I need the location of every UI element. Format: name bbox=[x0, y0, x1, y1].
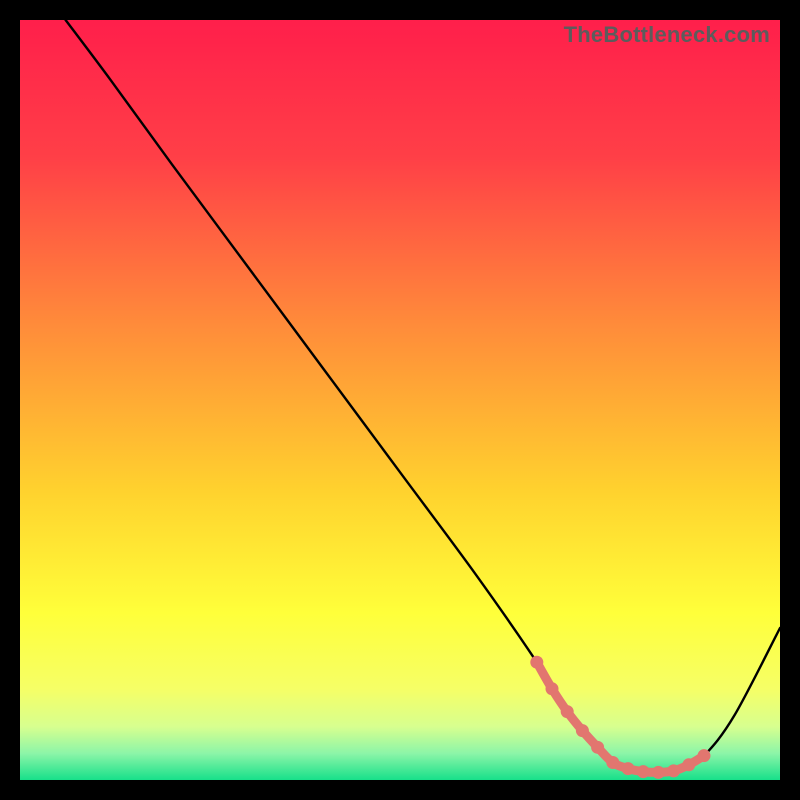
highlight-point bbox=[682, 758, 695, 771]
highlight-point bbox=[606, 756, 619, 769]
highlight-point bbox=[591, 741, 604, 754]
highlight-point bbox=[530, 656, 543, 669]
highlight-point bbox=[698, 749, 711, 762]
highlight-point bbox=[622, 762, 635, 775]
bottleneck-chart bbox=[20, 20, 780, 780]
highlight-point bbox=[637, 765, 650, 778]
highlight-point bbox=[576, 724, 589, 737]
watermark-label: TheBottleneck.com bbox=[564, 22, 770, 48]
highlight-point bbox=[652, 766, 665, 779]
highlight-point bbox=[561, 705, 574, 718]
chart-frame: TheBottleneck.com bbox=[20, 20, 780, 780]
highlight-point bbox=[667, 764, 680, 777]
chart-background bbox=[20, 20, 780, 780]
highlight-point bbox=[546, 682, 559, 695]
